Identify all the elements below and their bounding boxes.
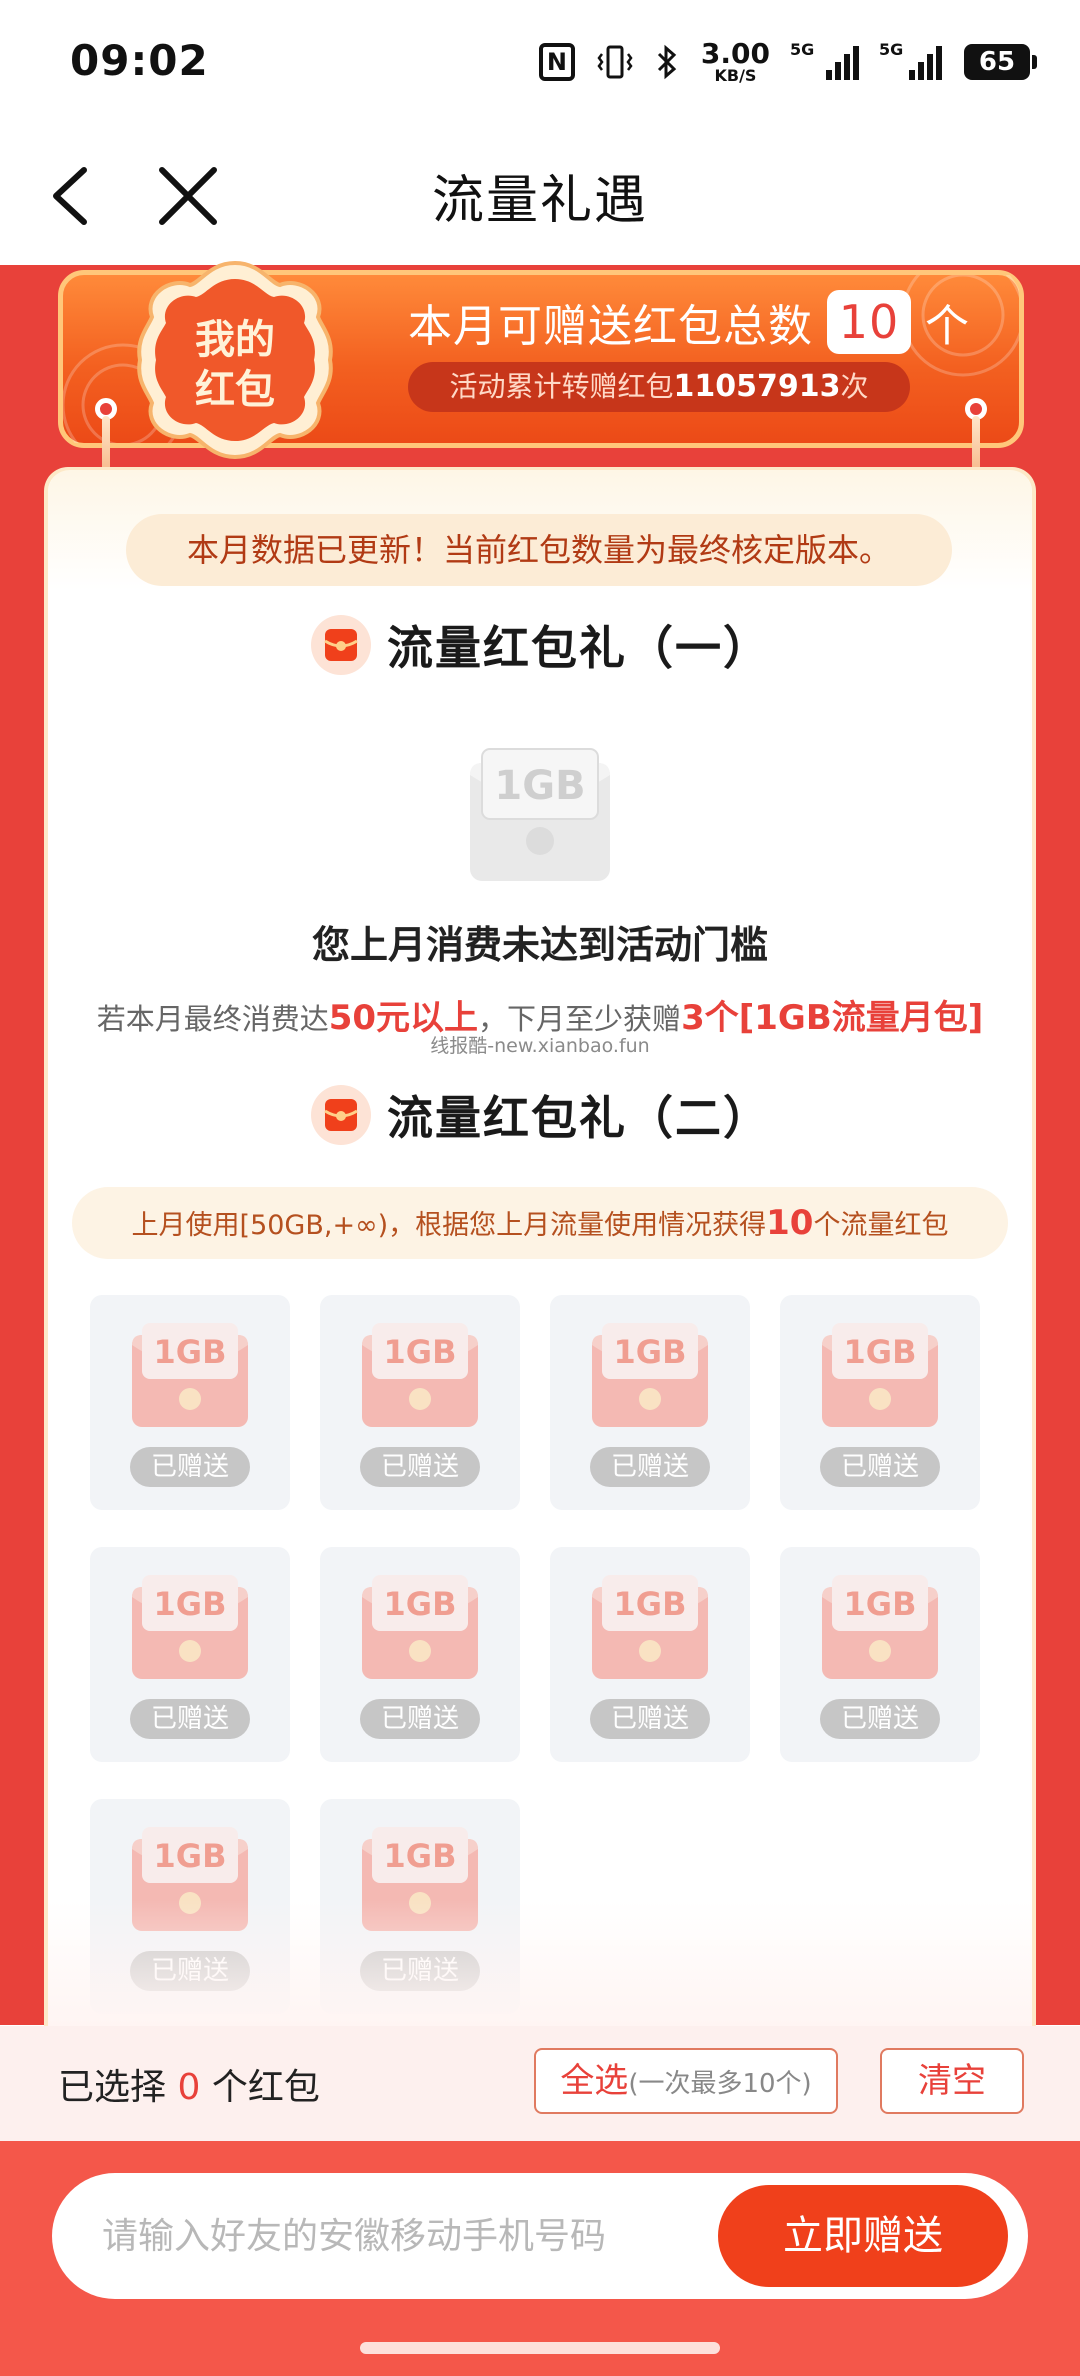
network-speed: 3.00 KB/S — [700, 37, 770, 85]
gifted-status: 已赠送 — [360, 1699, 480, 1739]
section2-title: 流量红包礼（二） — [387, 1082, 771, 1156]
envelope-1gb-icon: 1GB — [362, 1575, 478, 1679]
battery-icon: 65 — [964, 44, 1037, 80]
phone-input-box: 立即赠送 — [52, 2173, 1028, 2299]
red-packet-icon — [311, 615, 371, 675]
gifted-status: 已赠送 — [820, 1699, 940, 1739]
svg-text:1GB: 1GB — [614, 1333, 687, 1371]
phone-number-input[interactable] — [102, 2173, 742, 2299]
bluetooth-icon — [657, 44, 677, 80]
send-bar: 立即赠送 — [0, 2141, 1080, 2376]
vibrate-icon — [597, 45, 633, 79]
selected-count-text: 已选择 0 个红包 — [58, 2067, 320, 2108]
svg-text:1GB: 1GB — [614, 1585, 687, 1623]
update-notice: 本月数据已更新！当前红包数量为最终核定版本。 — [126, 514, 952, 586]
badge-line2: 红包 — [195, 367, 275, 413]
gifted-status: 已赠送 — [820, 1447, 940, 1487]
red-packet-tile[interactable]: 1GB 已赠送 — [780, 1295, 980, 1510]
section2-header: 流量红包礼（二） — [0, 1082, 1080, 1156]
nav-bar: 流量礼遇 — [0, 130, 1080, 265]
envelope-1gb-icon: 1GB — [470, 748, 610, 881]
usage-summary: 上月使用[50GB,+∞)，根据您上月流量使用情况获得10个流量红包 — [72, 1187, 1008, 1259]
svg-text:1GB: 1GB — [494, 763, 585, 809]
badge-line1: 我的 — [195, 317, 275, 363]
envelope-1gb-icon: 1GB — [132, 1323, 248, 1427]
red-packet-tile[interactable]: 1GB 已赠送 — [90, 1295, 290, 1510]
svg-text:1GB: 1GB — [384, 1837, 457, 1875]
envelope-1gb-icon: 1GB — [132, 1575, 248, 1679]
svg-text:1GB: 1GB — [154, 1837, 227, 1875]
envelope-1gb-icon: 1GB — [362, 1323, 478, 1427]
threshold-status: 您上月消费未达到活动门槛 — [311, 923, 768, 967]
nfc-icon: N — [538, 43, 575, 81]
status-icons: N 3.00 KB/S 5G 5G 65 — [538, 37, 1037, 85]
giftable-count: 10 — [827, 290, 911, 354]
banner-title: 本月可赠送红包总数 10 个 — [408, 290, 970, 354]
signal-icon-2: 5G — [879, 40, 942, 80]
total-transfer-stat: 活动累计转赠红包11057913次 — [408, 362, 910, 412]
gifted-status: 已赠送 — [130, 1699, 250, 1739]
red-packet-tile[interactable]: 1GB 已赠送 — [90, 1547, 290, 1762]
envelope-1gb-icon: 1GB — [592, 1575, 708, 1679]
gifted-status: 已赠送 — [590, 1699, 710, 1739]
selection-bar: 已选择 0 个红包 全选(一次最多10个) 清空 — [0, 2026, 1080, 2141]
section1-header: 流量红包礼（一） — [0, 612, 1080, 686]
red-packet-tile[interactable]: 1GB 已赠送 — [320, 1295, 520, 1510]
envelope-1gb-icon: 1GB — [822, 1575, 938, 1679]
gifted-status: 已赠送 — [360, 1447, 480, 1487]
my-red-packet-badge: 我的 红包 — [137, 260, 333, 460]
red-packet-tile[interactable]: 1GB 已赠送 — [550, 1547, 750, 1762]
selected-count: 0 — [177, 2067, 201, 2108]
select-all-button[interactable]: 全选(一次最多10个) — [534, 2048, 838, 2114]
signal-icon: 5G — [790, 40, 859, 80]
svg-text:1GB: 1GB — [154, 1585, 227, 1623]
status-time: 09:02 — [70, 36, 209, 85]
svg-text:1GB: 1GB — [844, 1585, 917, 1623]
red-packet-tile[interactable]: 1GB 已赠送 — [780, 1547, 980, 1762]
svg-text:1GB: 1GB — [154, 1333, 227, 1371]
red-packet-tile[interactable]: 1GB 已赠送 — [550, 1295, 750, 1510]
envelope-1gb-icon: 1GB — [592, 1323, 708, 1427]
red-packet-tile[interactable]: 1GB 已赠送 — [320, 1547, 520, 1762]
svg-text:1GB: 1GB — [384, 1333, 457, 1371]
gifted-status: 已赠送 — [130, 1447, 250, 1487]
red-packet-icon — [311, 1085, 371, 1145]
section1-title: 流量红包礼（一） — [387, 612, 771, 686]
clear-button[interactable]: 清空 — [880, 2048, 1024, 2114]
gifted-status: 已赠送 — [590, 1447, 710, 1487]
envelope-1gb-icon: 1GB — [822, 1323, 938, 1427]
watermark: 线报酷-new.xianbao.fun — [430, 1035, 650, 1057]
status-bar: 09:02 N 3.00 KB/S 5G 5G 65 — [0, 0, 1080, 130]
home-indicator[interactable] — [360, 2342, 720, 2354]
svg-text:1GB: 1GB — [844, 1333, 917, 1371]
page-title: 流量礼遇 — [431, 171, 648, 231]
send-now-button[interactable]: 立即赠送 — [718, 2185, 1008, 2287]
svg-text:1GB: 1GB — [384, 1585, 457, 1623]
